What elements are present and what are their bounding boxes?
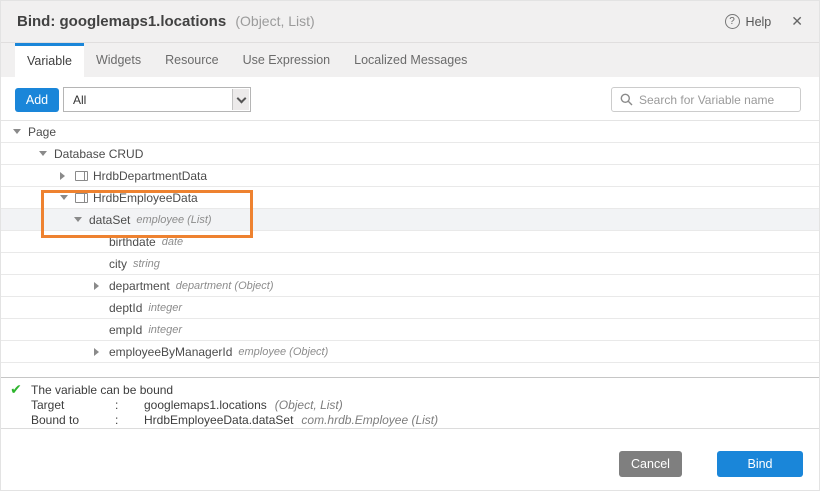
tab-variable[interactable]: Variable [15, 43, 84, 77]
expand-caret-icon[interactable] [13, 129, 28, 134]
bind-variable-dialog: Bind: googlemaps1.locations (Object, Lis… [0, 0, 820, 491]
tree-node-label: empId [109, 323, 142, 337]
tree-node-type: integer [148, 302, 182, 314]
tab-localized-messages[interactable]: Localized Messages [342, 43, 479, 77]
tab-label: Widgets [96, 53, 141, 67]
tab-label: Use Expression [243, 53, 331, 67]
dialog-footer: Cancel Bind [1, 429, 819, 490]
help-label: Help [746, 15, 772, 29]
status-row-value-type: (Object, List) [275, 398, 343, 412]
status-row: Bound to : HrdbEmployeeData.dataSet com.… [1, 412, 819, 427]
tree-node-label: HrdbEmployeeData [93, 191, 198, 205]
select-arrow-button[interactable] [232, 89, 249, 110]
expand-caret-icon[interactable] [94, 348, 109, 356]
tree-node-type: date [162, 236, 183, 248]
status-row-label: Bound to [31, 413, 115, 427]
dialog-title: Bind: googlemaps1.locations (Object, Lis… [17, 13, 315, 30]
tree-node-type: employee (List) [136, 214, 211, 226]
status-row-value-type: com.hrdb.Employee (List) [301, 413, 438, 427]
header-actions: ? Help ✕ [725, 13, 803, 30]
tree-node-label: dataSet [89, 213, 130, 227]
tree-node-label: HrdbDepartmentData [93, 169, 207, 183]
tab-use-expression[interactable]: Use Expression [231, 43, 343, 77]
tree-row-city[interactable]: city string [1, 253, 819, 275]
search-icon [620, 93, 633, 106]
tree-row-hrdbemployeedata[interactable]: HrdbEmployeeData [1, 187, 819, 209]
tree-row-page[interactable]: Page [1, 121, 819, 143]
expand-caret-icon[interactable] [74, 217, 89, 222]
help-icon: ? [725, 14, 740, 29]
tree-node-label: deptId [109, 301, 142, 315]
dialog-header: Bind: googlemaps1.locations (Object, Lis… [1, 1, 819, 43]
tree-row-empid[interactable]: empId integer [1, 319, 819, 341]
expand-caret-icon[interactable] [94, 282, 109, 290]
tree-node-type: integer [148, 324, 182, 336]
tab-widgets[interactable]: Widgets [84, 43, 153, 77]
tree-row-birthdate[interactable]: birthdate date [1, 231, 819, 253]
tree-node-label: Page [28, 125, 56, 139]
expand-caret-icon[interactable] [39, 151, 54, 156]
expand-caret-icon[interactable] [60, 195, 75, 200]
dialog-title-text: Bind: googlemaps1.locations [17, 13, 226, 30]
bind-button[interactable]: Bind [717, 451, 803, 477]
status-row-separator: : [115, 398, 144, 412]
variable-filter-select[interactable]: All [63, 87, 251, 112]
status-row-value: googlemaps1.locations [144, 398, 267, 412]
tree-row-database-crud[interactable]: Database CRUD [1, 143, 819, 165]
tree-node-label: birthdate [109, 235, 156, 249]
tree-node-type: string [133, 258, 160, 270]
tree-node-type: department (Object) [176, 280, 274, 292]
cancel-button[interactable]: Cancel [619, 451, 682, 477]
expand-caret-icon[interactable] [60, 172, 75, 180]
tree-row-department[interactable]: department department (Object) [1, 275, 819, 297]
dialog-title-type: (Object, List) [235, 13, 314, 29]
status-message: The variable can be bound [31, 383, 173, 397]
filter-selected-value: All [73, 93, 86, 107]
tab-label: Variable [27, 54, 72, 68]
tree-row-hrdbdepartmentdata[interactable]: HrdbDepartmentData [1, 165, 819, 187]
variable-tree: Page Database CRUD HrdbDepartmentData Hr… [1, 120, 819, 363]
status-panel: ✔ The variable can be bound Target : goo… [1, 377, 819, 429]
check-icon: ✔ [1, 381, 31, 398]
variable-node-icon [75, 171, 88, 181]
tab-resource[interactable]: Resource [153, 43, 231, 77]
add-variable-button[interactable]: Add [15, 88, 59, 112]
toolbar: Add All [1, 77, 819, 120]
tab-label: Localized Messages [354, 53, 467, 67]
tree-node-type: employee (Object) [238, 346, 328, 358]
status-row-label: Target [31, 398, 115, 412]
tree-node-label: department [109, 279, 170, 293]
tree-node-label: city [109, 257, 127, 271]
chevron-down-icon [236, 93, 246, 103]
variable-node-icon [75, 193, 88, 203]
status-row-separator: : [115, 413, 144, 427]
tree-node-label: Database CRUD [54, 147, 143, 161]
search-input[interactable] [639, 93, 792, 107]
status-row: Target : googlemaps1.locations (Object, … [1, 397, 819, 412]
search-box [611, 87, 801, 112]
close-icon[interactable]: ✕ [791, 13, 803, 30]
tree-node-label: employeeByManagerId [109, 345, 232, 359]
tree-row-dataset[interactable]: dataSet employee (List) [1, 209, 819, 231]
status-row-value: HrdbEmployeeData.dataSet [144, 413, 293, 427]
status-message-line: ✔ The variable can be bound [1, 382, 819, 397]
tab-label: Resource [165, 53, 219, 67]
help-link[interactable]: ? Help [725, 14, 772, 29]
tree-row-employeebymanagerid[interactable]: employeeByManagerId employee (Object) [1, 341, 819, 363]
tab-bar: Variable Widgets Resource Use Expression… [1, 43, 819, 77]
tree-row-deptid[interactable]: deptId integer [1, 297, 819, 319]
